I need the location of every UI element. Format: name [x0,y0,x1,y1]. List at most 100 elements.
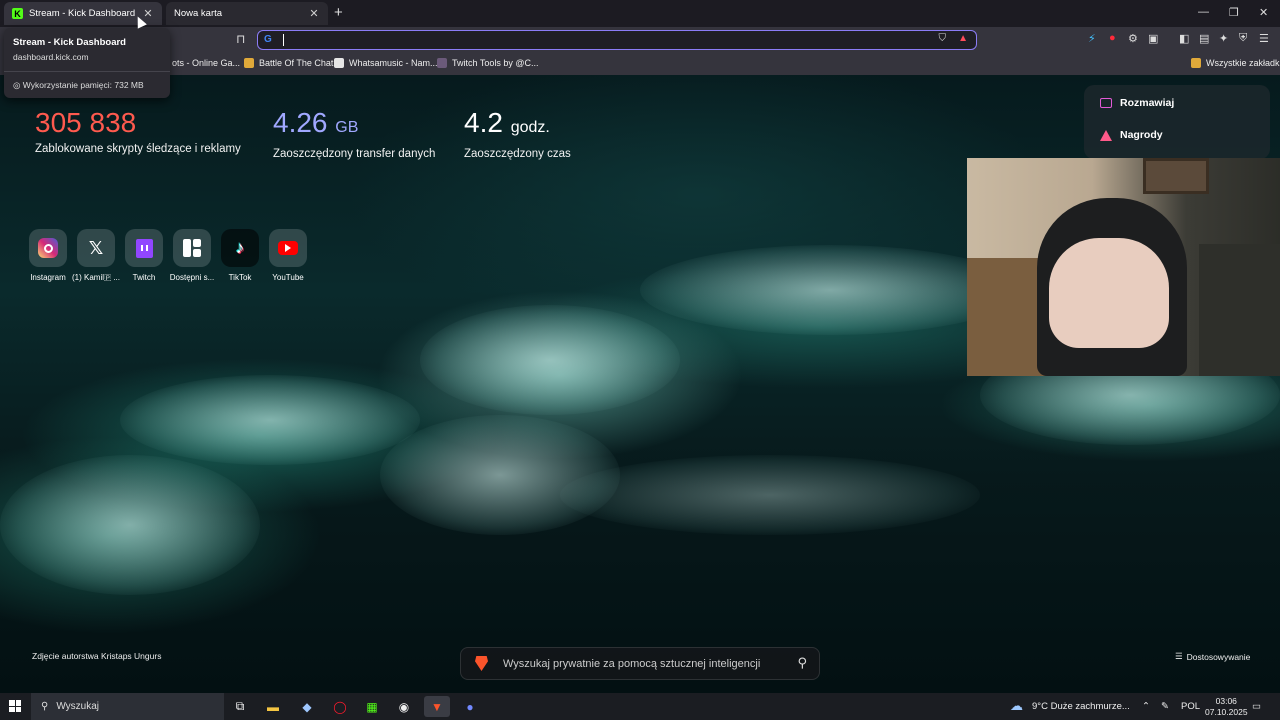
shortcut-tiktok[interactable]: ♪ TikTok [218,229,262,282]
wallet-icon[interactable]: ▤ [1199,32,1209,45]
bookmark-item[interactable]: Battle Of The Chat [244,58,333,68]
leo-ai-icon[interactable]: ✦ [1219,32,1228,45]
brave-lion-icon [475,656,488,671]
triangle-icon [1100,129,1112,141]
chevron-up-icon[interactable]: ⌃ [1142,701,1150,712]
rewards-label: Nagrody [1120,129,1163,141]
shortcut-instagram[interactable]: Instagram [26,229,70,282]
kick-app-icon[interactable]: ▦ [359,696,385,717]
stat-label: Zaoszczędzony czas [464,148,571,160]
shortcut-label: Dostępni s... [169,273,215,282]
address-bar[interactable]: G ⛉ ▲ [257,30,977,50]
ai-search-box[interactable]: Wyszukaj prywatnie za pomocą sztucznej i… [460,647,820,680]
app-icon[interactable]: ◆ [294,696,320,717]
taskbar-search[interactable]: ⚲ Wyszukaj [31,693,224,720]
webcam-overlay [967,158,1280,376]
background-foam [640,245,1020,335]
x-icon: 𝕏 [77,229,115,267]
clock-time: 03:06 [1215,696,1237,706]
bookmark-label: Battle Of The Chat [259,58,334,68]
divider [4,71,170,72]
photo-credit[interactable]: Zdjęcie autorstwa Kristaps Ungurs [32,651,161,661]
folder-icon [244,58,254,68]
tab-title: Stream - Kick Dashboard [29,8,136,19]
extension-icon[interactable]: ⚡ [1088,32,1096,45]
instagram-icon [29,229,67,267]
vpn-icon[interactable]: ⛨ [1239,32,1247,45]
shortcut-label: YouTube [272,273,304,282]
notifications-icon[interactable]: ▭ [1252,701,1261,712]
chat-button[interactable]: Rozmawiaj [1100,97,1174,109]
menu-icon[interactable]: ☰ [1259,32,1269,45]
language-indicator[interactable]: POL [1181,701,1200,712]
brave-rewards-icon[interactable]: ▲ [958,33,968,44]
background-foam [420,305,680,415]
opera-icon[interactable]: ◯ [327,696,353,717]
side-menu: Rozmawiaj Nagrody [1084,85,1270,159]
bookmark-item[interactable]: Whatsamusic - Nam... [334,58,438,68]
chat-label: Rozmawiaj [1120,97,1175,109]
taskbar: ⚲ Wyszukaj ⧉ ▬ ◆ ◯ ▦ ◉ ▼ ● ☁ 9°C Duże za… [0,693,1280,720]
stat-value: 4.2 [464,107,503,138]
new-tab-button[interactable]: + [334,4,343,21]
shortcut-youtube[interactable]: YouTube [266,229,310,282]
memory-label: Wykorzystanie pamięci: 732 MB [22,80,144,90]
weather-label[interactable]: 9°C Duże zachmurze... [1032,701,1130,712]
tab-new-tab[interactable]: Nowa karta ✕ [166,2,328,25]
brave-shields-icon[interactable]: ⛉ [939,33,947,44]
bookmark-item-all[interactable]: Wszystkie zakładki [1191,58,1280,68]
close-icon[interactable]: ✕ [308,7,320,20]
adblock-icon[interactable]: ● [1109,32,1116,44]
maximize-button[interactable]: ❐ [1229,6,1239,19]
youtube-icon [269,229,307,267]
google-icon: G [264,34,272,45]
bookmark-item[interactable]: Twitch Tools by @C... [437,58,539,68]
customize-label: Dostosowywanie [1186,651,1251,662]
stat-unit: godz. [510,119,550,136]
bookmark-label: Wszystkie zakładki [1206,58,1280,68]
stat-label: Zablokowane skrypty śledzące i reklamy [35,143,241,155]
sliders-icon: ☰ [1175,651,1183,661]
folder-icon [1191,58,1201,68]
background-foam [0,455,260,595]
twitch-tools-icon [437,58,447,68]
stat-bandwidth: 4.26 GB Zaoszczędzony transfer danych [273,107,435,160]
kick-icon: K [12,8,23,19]
stat-value: 4.26 [273,107,328,138]
discord-icon[interactable]: ● [457,696,483,717]
clock-date: 07.10.2025 [1205,707,1248,717]
minimize-button[interactable]: — [1198,6,1209,18]
bookmarks-bar: ots - Online Ga... Battle Of The Chat Wh… [0,53,1280,75]
tab-search-icon[interactable]: ▣ [1148,32,1158,45]
shortcut-dashboard[interactable]: Dostępni s... [170,229,214,282]
extensions-icon[interactable]: ⚙ [1128,32,1138,45]
close-window-button[interactable]: ✕ [1259,6,1268,19]
taskbar-search-label: Wyszukaj [56,701,100,712]
windows-start-icon[interactable] [9,700,21,712]
brave-icon[interactable]: ▼ [424,696,450,717]
bookmark-item[interactable]: ots - Online Ga... [172,58,240,68]
person-hands [1049,238,1169,348]
shortcut-twitch[interactable]: Twitch [122,229,166,282]
wall-picture [1143,158,1209,194]
shortcut-x[interactable]: 𝕏 (1) Kamil🇵 ... [72,229,120,283]
whatsamusic-icon [334,58,344,68]
file-explorer-icon[interactable]: ▬ [260,696,286,717]
obs-icon[interactable]: ◉ [391,696,417,717]
background-foam [380,415,620,535]
stat-value: 305 838 [35,107,137,138]
bookmark-label: Whatsamusic - Nam... [349,58,438,68]
bookmark-label: ots - Online Ga... [172,58,241,68]
search-icon[interactable]: ⚲ [797,655,807,671]
bookmark-icon[interactable]: ⊓ [236,32,245,46]
clock[interactable]: 03:06 07.10.2025 [1205,696,1248,718]
weather-icon[interactable]: ☁ [1010,698,1023,714]
rewards-button[interactable]: Nagrody [1100,129,1163,141]
pen-icon[interactable]: ✎ [1161,701,1169,712]
customize-button[interactable]: ☰ Dostosowywanie [1175,651,1250,662]
task-view-icon[interactable]: ⧉ [227,696,253,717]
stat-time: 4.2 godz. Zaoszczędzony czas [464,107,571,160]
hover-card-title: Stream - Kick Dashboard [13,37,126,48]
chat-icon [1100,98,1112,108]
sidebar-icon[interactable]: ◧ [1179,32,1189,45]
